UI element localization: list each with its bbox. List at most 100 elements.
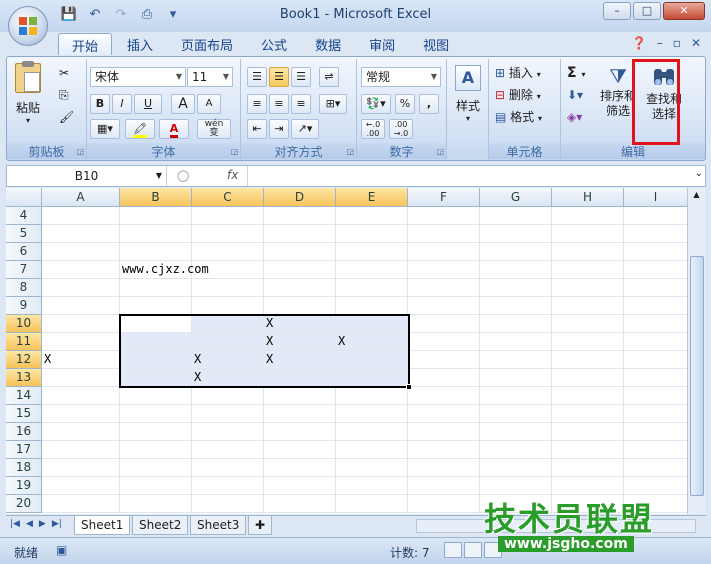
row-header-13[interactable]: 13 xyxy=(6,369,42,387)
ribbon-close-icon[interactable]: ✕ xyxy=(691,36,701,50)
copy-icon[interactable]: ⎘ xyxy=(59,87,69,103)
decrease-indent-button[interactable]: ⇤ xyxy=(247,119,267,139)
cell-b7[interactable]: www.cjxz.com xyxy=(122,262,209,276)
worksheet-grid[interactable]: A B C D E F G H I 4 5 6 7 8 9 10 11 12 13 14 15 16 17 18 19 20 www… xyxy=(6,188,687,514)
increase-indent-button[interactable]: ⇥ xyxy=(269,119,289,139)
fill-handle[interactable] xyxy=(406,384,412,390)
currency-button[interactable]: 💱▾ xyxy=(361,94,391,114)
align-middle-button[interactable]: ☰ xyxy=(269,67,289,87)
align-bottom-button[interactable]: ☰ xyxy=(291,67,311,87)
normal-view-button[interactable] xyxy=(444,542,462,558)
decrease-decimal-button[interactable]: .00 →.0 xyxy=(389,119,413,139)
name-box[interactable]: B10 ▼ xyxy=(7,166,167,186)
column-header-f[interactable]: F xyxy=(408,188,480,207)
row-header-14[interactable]: 14 xyxy=(6,387,42,405)
number-format-select[interactable]: 常规 ▼ xyxy=(361,67,441,87)
minimize-button[interactable]: – xyxy=(603,2,631,20)
italic-button[interactable]: I xyxy=(112,94,132,114)
select-all-button[interactable] xyxy=(6,188,42,207)
expand-formula-bar-icon[interactable]: ⌄ xyxy=(695,168,703,179)
insert-sheet-icon[interactable]: ✚ xyxy=(248,516,272,535)
format-cells-button[interactable]: ▤ 格式 ▾ xyxy=(495,109,542,127)
column-header-h[interactable]: H xyxy=(552,188,624,207)
row-header-5[interactable]: 5 xyxy=(6,225,42,243)
tab-data[interactable]: 数据 xyxy=(302,33,354,55)
tab-home[interactable]: 开始 xyxy=(58,33,113,55)
row-header-9[interactable]: 9 xyxy=(6,297,42,315)
column-header-c[interactable]: C xyxy=(192,188,264,207)
format-painter-icon[interactable]: 🖌 xyxy=(59,109,74,125)
wrap-text-button[interactable]: ⇌ xyxy=(319,67,339,87)
orientation-button[interactable]: ↗▾ xyxy=(291,119,319,139)
shrink-font-button[interactable]: A xyxy=(197,94,221,114)
align-top-button[interactable]: ☰ xyxy=(247,67,267,87)
dialog-launcher-icon[interactable]: ◲ xyxy=(230,147,238,156)
macro-record-icon[interactable]: ▣ xyxy=(56,543,67,557)
comma-button[interactable]: , xyxy=(419,94,439,114)
row-header-20[interactable]: 20 xyxy=(6,495,42,513)
column-header-d[interactable]: D xyxy=(264,188,336,207)
bold-button[interactable]: B xyxy=(90,94,110,114)
insert-function-icon[interactable]: fx xyxy=(227,168,238,182)
font-size-select[interactable]: 11 ▼ xyxy=(187,67,233,87)
column-header-g[interactable]: G xyxy=(480,188,552,207)
tab-insert[interactable]: 插入 xyxy=(114,33,166,55)
row-header-6[interactable]: 6 xyxy=(6,243,42,261)
font-color-button[interactable]: A xyxy=(159,119,189,139)
row-header-18[interactable]: 18 xyxy=(6,459,42,477)
cell-a12[interactable]: X xyxy=(44,352,51,366)
phonetic-button[interactable]: wén 变 xyxy=(197,119,231,139)
column-header-a[interactable]: A xyxy=(42,188,120,207)
vertical-scrollbar[interactable]: ▲ xyxy=(687,188,705,514)
clear-button[interactable]: ◈▾ xyxy=(567,109,582,125)
row-header-10[interactable]: 10 xyxy=(6,315,42,333)
styles-button[interactable]: A 样式 ▾ xyxy=(451,65,485,123)
delete-cells-button[interactable]: ⊟ 删除 ▾ xyxy=(495,87,541,105)
grow-font-button[interactable]: A xyxy=(171,94,195,114)
prev-sheet-icon[interactable]: ◀ xyxy=(26,519,33,529)
office-button[interactable] xyxy=(8,6,48,46)
cut-icon[interactable]: ✂ xyxy=(59,65,69,81)
underline-button[interactable]: U xyxy=(134,94,162,114)
column-header-e[interactable]: E xyxy=(336,188,408,207)
last-sheet-icon[interactable]: ▶| xyxy=(52,519,62,529)
dialog-launcher-icon[interactable]: ◲ xyxy=(76,147,84,156)
ribbon-restore-icon[interactable]: ▫ xyxy=(673,36,681,50)
fill-color-button[interactable]: 🖍 xyxy=(125,119,155,139)
row-header-4[interactable]: 4 xyxy=(6,207,42,225)
row-header-11[interactable]: 11 xyxy=(6,333,42,351)
close-button[interactable]: ✕ xyxy=(663,2,705,20)
tab-view[interactable]: 视图 xyxy=(410,33,462,55)
tab-review[interactable]: 审阅 xyxy=(356,33,408,55)
column-header-b[interactable]: B xyxy=(120,188,192,207)
row-header-19[interactable]: 19 xyxy=(6,477,42,495)
page-layout-view-button[interactable] xyxy=(464,542,482,558)
align-center-button[interactable]: ≡ xyxy=(269,94,289,114)
insert-cells-button[interactable]: ⊞ 插入 ▾ xyxy=(495,65,541,83)
merge-center-button[interactable]: ⊞▾ xyxy=(319,94,347,114)
first-sheet-icon[interactable]: |◀ xyxy=(10,519,20,529)
align-right-button[interactable]: ≡ xyxy=(291,94,311,114)
row-header-16[interactable]: 16 xyxy=(6,423,42,441)
font-family-select[interactable]: 宋体 ▼ xyxy=(90,67,186,87)
row-header-17[interactable]: 17 xyxy=(6,441,42,459)
maximize-button[interactable]: □ xyxy=(633,2,661,20)
scroll-up-icon[interactable]: ▲ xyxy=(688,190,705,199)
dialog-launcher-icon[interactable]: ◲ xyxy=(436,147,444,156)
percent-button[interactable]: % xyxy=(395,94,415,114)
tab-page-layout[interactable]: 页面布局 xyxy=(168,33,246,55)
sheet-tab-3[interactable]: Sheet3 xyxy=(190,516,247,535)
dialog-launcher-icon[interactable]: ◲ xyxy=(346,147,354,156)
autosum-button[interactable]: Σ ▾ xyxy=(567,65,585,83)
align-left-button[interactable]: ≡ xyxy=(247,94,267,114)
row-header-15[interactable]: 15 xyxy=(6,405,42,423)
vertical-scroll-thumb[interactable] xyxy=(690,256,704,496)
tab-formulas[interactable]: 公式 xyxy=(248,33,300,55)
formula-input[interactable] xyxy=(247,166,687,186)
row-header-8[interactable]: 8 xyxy=(6,279,42,297)
help-icon[interactable]: ❓ xyxy=(632,36,647,50)
row-header-7[interactable]: 7 xyxy=(6,261,42,279)
next-sheet-icon[interactable]: ▶ xyxy=(39,519,46,529)
sheet-tab-2[interactable]: Sheet2 xyxy=(132,516,189,535)
paste-button[interactable]: 粘贴 ▾ xyxy=(13,61,43,125)
